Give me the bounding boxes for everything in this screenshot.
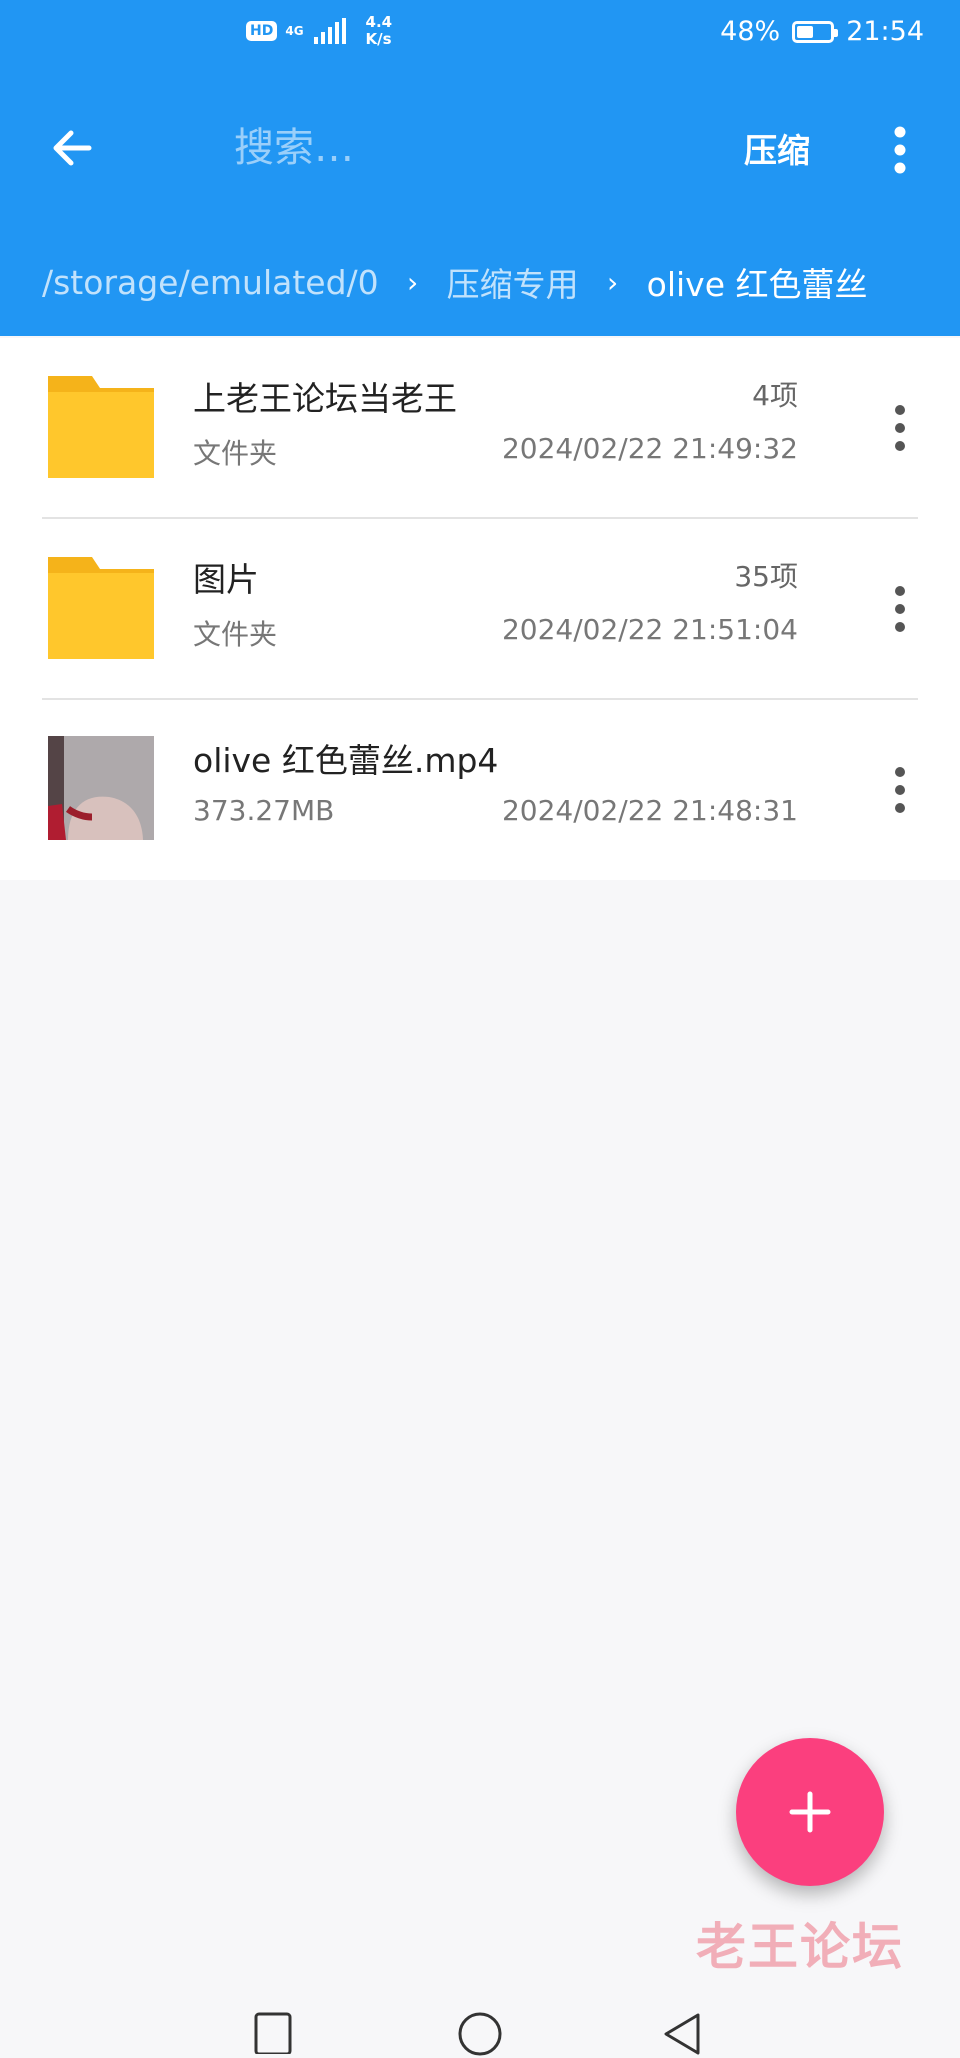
status-network: HD 4G 4.4 K/s xyxy=(246,14,392,47)
add-button[interactable] xyxy=(736,1738,884,1886)
home-icon[interactable] xyxy=(456,2010,504,2058)
item-name: 图片 xyxy=(193,560,259,599)
item-name: olive 红色蕾丝.mp4 xyxy=(193,741,499,780)
breadcrumb-separator: › xyxy=(607,265,619,299)
file-list: 上老王论坛当老王 4项 文件夹 2024/02/22 21:49:32 图片 3… xyxy=(0,338,960,880)
item-date: 2024/02/22 21:51:04 xyxy=(501,613,798,646)
toolbar: 压缩 xyxy=(0,80,960,210)
battery-percent: 48% xyxy=(720,16,781,47)
watermark-title: 老王论坛 xyxy=(696,1918,904,1976)
item-name: 上老王论坛当老王 xyxy=(193,379,457,418)
network-type: 4G xyxy=(285,23,304,38)
item-more-button[interactable] xyxy=(880,579,920,639)
list-item[interactable]: olive 红色蕾丝.mp4 373.27MB 2024/02/22 21:48… xyxy=(0,700,960,880)
folder-icon xyxy=(48,376,154,478)
more-options-button[interactable] xyxy=(880,120,920,180)
clock: 21:54 xyxy=(846,16,924,47)
item-count: 35项 xyxy=(734,560,798,593)
recent-apps-icon[interactable] xyxy=(252,2010,294,2054)
list-item[interactable]: 图片 35项 文件夹 2024/02/22 21:51:04 xyxy=(0,519,960,699)
battery-fill xyxy=(797,25,813,38)
compress-button[interactable]: 压缩 xyxy=(744,124,810,172)
item-date: 2024/02/22 21:48:31 xyxy=(501,794,798,827)
back-arrow-icon xyxy=(53,130,92,166)
breadcrumb-current[interactable]: olive 红色蕾丝 xyxy=(647,258,868,306)
system-navigation-bar xyxy=(0,1976,960,2056)
item-date: 2024/02/22 21:49:32 xyxy=(501,432,798,465)
breadcrumb: /storage/emulated/0 › 压缩专用 › olive 红色蕾丝 xyxy=(42,258,960,306)
plus-icon xyxy=(789,1791,831,1833)
breadcrumb-folder[interactable]: 压缩专用 xyxy=(447,258,579,306)
app-bar: HD 4G 4.4 K/s 48% 21:54 搜索… 压缩 /storage/… xyxy=(0,0,960,336)
more-vert-icon xyxy=(895,767,905,813)
item-more-button[interactable] xyxy=(880,760,920,820)
list-item[interactable]: 上老王论坛当老王 4项 文件夹 2024/02/22 21:49:32 xyxy=(0,338,960,518)
item-size: 373.27MB xyxy=(193,794,335,827)
more-vert-icon xyxy=(895,586,905,632)
network-speed-unit: K/s xyxy=(365,29,392,48)
hd-badge: HD xyxy=(246,20,278,41)
breadcrumb-root[interactable]: /storage/emulated/0 xyxy=(42,263,379,302)
more-vert-icon xyxy=(894,126,906,174)
status-indicators: 48% 21:54 xyxy=(720,16,924,47)
more-vert-icon xyxy=(895,405,905,451)
battery-icon xyxy=(792,20,839,43)
item-more-button[interactable] xyxy=(880,398,920,458)
breadcrumb-separator: › xyxy=(407,265,419,299)
back-nav-icon[interactable] xyxy=(660,2010,704,2058)
item-count: 4项 xyxy=(752,379,798,412)
video-thumbnail xyxy=(48,736,154,840)
network-speed-value: 4.4 xyxy=(365,13,393,31)
item-type: 文件夹 xyxy=(193,437,278,470)
item-type: 文件夹 xyxy=(193,618,278,651)
search-input[interactable] xyxy=(234,118,674,178)
network-speed: 4.4 K/s xyxy=(366,14,393,47)
back-button[interactable] xyxy=(42,118,102,178)
status-bar: HD 4G 4.4 K/s 48% 21:54 xyxy=(0,0,960,72)
signal-icon xyxy=(313,17,346,44)
folder-icon xyxy=(48,557,154,659)
